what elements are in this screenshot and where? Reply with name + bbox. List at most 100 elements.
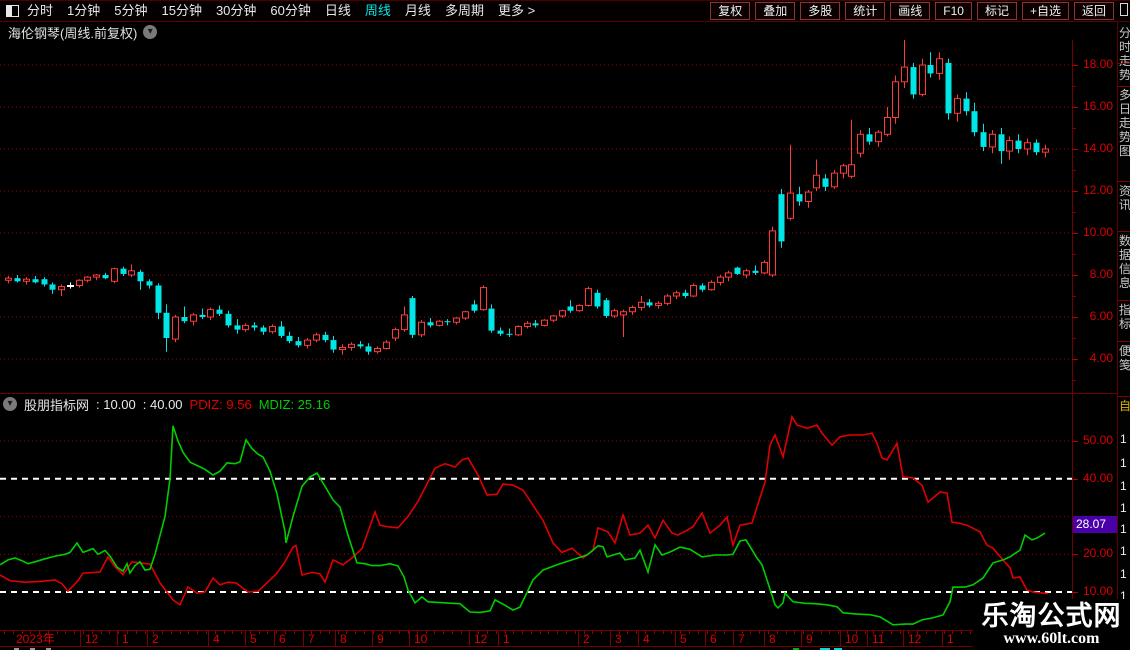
week-tick <box>759 631 760 634</box>
week-tick <box>162 631 163 634</box>
week-tick <box>4 631 5 634</box>
week-tick <box>961 631 962 634</box>
axis-tick <box>1072 191 1078 192</box>
month-label: 12 <box>908 632 922 646</box>
week-tick <box>891 631 892 634</box>
period-tab-1分钟[interactable]: 1分钟 <box>67 1 100 21</box>
week-tick <box>821 631 822 634</box>
week-tick <box>926 631 927 634</box>
week-tick <box>900 631 901 634</box>
month-separator <box>147 631 148 646</box>
right-edge-panel[interactable]: 分时走势多日走势图资讯数据信息指标便笺自11111111 <box>1117 22 1130 650</box>
month-separator <box>801 631 802 646</box>
candlestick-chart[interactable] <box>0 40 1072 393</box>
week-tick <box>13 631 14 634</box>
corner-button-icon[interactable] <box>1120 3 1128 16</box>
indicator-name[interactable]: 股朋指标网 <box>24 395 89 414</box>
month-label: 10 <box>845 632 859 646</box>
month-separator <box>335 631 336 646</box>
period-tab-30分钟[interactable]: 30分钟 <box>216 1 256 21</box>
month-separator <box>303 631 304 646</box>
period-tab-60分钟[interactable]: 60分钟 <box>270 1 310 21</box>
month-label: 12 <box>474 632 488 646</box>
side-tab-truncated[interactable]: 数据信息 <box>1119 234 1130 290</box>
week-tick <box>171 631 172 634</box>
month-label: 5 <box>250 632 257 646</box>
strip-divider <box>1118 341 1130 342</box>
week-tick <box>329 631 330 634</box>
toolbar-button-F10[interactable]: F10 <box>935 2 972 20</box>
month-label: 6 <box>279 632 286 646</box>
chevron-down-icon[interactable]: ▾ <box>143 25 158 39</box>
indicator-value-marker: 28.07 <box>1073 515 1117 533</box>
week-tick <box>118 631 119 634</box>
period-tab-周线[interactable]: 周线 <box>365 1 391 21</box>
side-tab-truncated[interactable]: 多日走势图 <box>1119 88 1130 158</box>
time-axis[interactable]: 2023年 12 1 2 4 5 6 7 8 9 10 12 1 2 3 4 5 6 7 8 9 10 11 12 1 <box>0 630 1117 647</box>
side-tab-truncated[interactable]: 分时走势 <box>1119 26 1130 82</box>
month-separator <box>578 631 579 646</box>
week-tick <box>592 631 593 634</box>
week-tick <box>601 631 602 634</box>
side-tab-truncated[interactable]: 指标 <box>1119 303 1130 331</box>
period-tab-日线[interactable]: 日线 <box>325 1 351 21</box>
month-separator <box>733 631 734 646</box>
toolbar-button-返回[interactable]: 返回 <box>1073 2 1114 20</box>
window-layout-icon[interactable] <box>6 5 19 17</box>
axis-tick-minor <box>1072 212 1076 213</box>
strip-divider <box>1118 396 1130 397</box>
period-tab-15分钟[interactable]: 15分钟 <box>161 1 201 21</box>
truncated-axis-digit: 1 <box>1120 456 1127 470</box>
month-label: 11 <box>872 632 885 646</box>
axis-tick <box>1072 592 1078 593</box>
axis-tick <box>1072 317 1078 318</box>
truncated-axis-digit: 1 <box>1120 567 1127 581</box>
chevron-down-icon[interactable]: ▾ <box>3 397 17 411</box>
chart-title-row: 海伦钢琴(周线.前复权) ▾ <box>8 24 158 41</box>
week-tick <box>707 631 708 634</box>
week-tick <box>224 631 225 634</box>
toolbar-button-叠加[interactable]: 叠加 <box>755 2 796 20</box>
strip-divider <box>1118 231 1130 232</box>
period-tab-多周期[interactable]: 多周期 <box>445 1 484 21</box>
week-tick <box>338 631 339 634</box>
week-tick <box>83 631 84 634</box>
week-tick <box>443 631 444 634</box>
month-label: 7 <box>738 632 745 646</box>
strip-divider <box>1118 181 1130 182</box>
week-tick <box>267 631 268 634</box>
month-separator <box>208 631 209 646</box>
indicator-chart[interactable] <box>0 413 1072 630</box>
week-tick <box>689 631 690 634</box>
week-tick <box>197 631 198 634</box>
month-separator <box>764 631 765 646</box>
axis-tick <box>1072 359 1078 360</box>
side-tab-highlight[interactable]: 自 <box>1119 399 1130 413</box>
period-tabs: 分时 1分钟 5分钟 15分钟 30分钟 60分钟 日线 周线 月线 多周期 更多 > <box>27 1 535 21</box>
toolbar-button-统计[interactable]: 统计 <box>845 2 886 20</box>
week-tick <box>575 631 576 634</box>
month-label: 1 <box>947 632 954 646</box>
side-tab-truncated[interactable]: 便笺 <box>1119 344 1130 372</box>
period-tab-月线[interactable]: 月线 <box>405 1 431 21</box>
week-tick <box>698 631 699 634</box>
toolbar-button-+自选[interactable]: +自选 <box>1021 2 1069 20</box>
axis-tick <box>1072 107 1078 108</box>
week-tick <box>803 631 804 634</box>
axis-tick-minor <box>1072 296 1076 297</box>
week-tick <box>522 631 523 634</box>
period-tab-分时[interactable]: 分时 <box>27 1 53 21</box>
period-tab-更多[interactable]: 更多 > <box>498 1 535 21</box>
toolbar-button-复权[interactable]: 复权 <box>710 2 751 20</box>
period-tab-5分钟[interactable]: 5分钟 <box>114 1 147 21</box>
side-tab-truncated[interactable]: 资讯 <box>1119 184 1130 212</box>
mdiz-value: MDIZ: 25.16 <box>258 396 331 412</box>
indicator-param2: : 40.00 <box>142 396 183 412</box>
axis-tick <box>1072 478 1078 480</box>
month-separator <box>705 631 706 646</box>
toolbar-button-标记[interactable]: 标记 <box>976 2 1017 20</box>
toolbar-button-多股[interactable]: 多股 <box>800 2 841 20</box>
toolbar-button-画线[interactable]: 画线 <box>890 2 931 20</box>
month-separator <box>245 631 246 646</box>
month-separator <box>117 631 118 646</box>
